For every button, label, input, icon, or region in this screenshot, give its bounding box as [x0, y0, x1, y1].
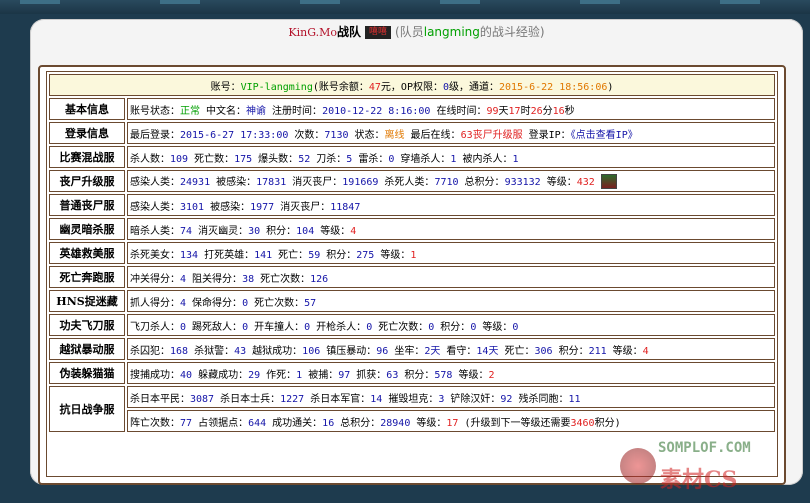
table-row: 普通丧尸服 感染人类：3101 被感染：1977 消灭丧尸：11847 — [49, 194, 775, 216]
row-value-basic: 账号状态：正常 中文名：神谕 注册时间：2010-12-22 8:16:00 在… — [127, 98, 775, 120]
row-label-ghost: 幽灵暗杀服 — [49, 218, 125, 240]
nav-tab[interactable] — [20, 0, 60, 4]
member-name: langming — [423, 25, 480, 39]
table-row: 抗日战争服 杀日本平民：3087 杀日本士兵：1227 杀日本军官：14 摧毁坦… — [49, 386, 775, 432]
table-row: 幽灵暗杀服 暗杀人类：74 消灭幽灵：30 积分：104 等级：4 — [49, 218, 775, 240]
watermark-logo: SOMPLOF.COM 素材CS — [618, 436, 803, 496]
row-value-ghost: 暗杀人类：74 消灭幽灵：30 积分：104 等级：4 — [127, 218, 775, 240]
table-row: 丧尸升级服 感染人类：24931 被感染：17831 消灭丧尸：191669 杀… — [49, 170, 775, 192]
row-label-hns: HNS捉迷藏 — [49, 290, 125, 312]
stats-table-container: 账号：VIP-langming(账号余额：47元，OP权限：0级，通道：2015… — [46, 71, 778, 477]
row-label-run: 死亡奔跑服 — [49, 266, 125, 288]
account-cell: 账号：VIP-langming(账号余额：47元，OP权限：0级，通道：2015… — [49, 74, 775, 96]
member-caption: (队员langming的战斗经验) — [395, 25, 545, 39]
table-row: 越狱暴动服 杀囚犯：168 杀狱警：43 越狱成功：106 镇压暴动：96 坐牢… — [49, 338, 775, 360]
row-label-match: 比赛混战服 — [49, 146, 125, 168]
account-balance: 47 — [368, 81, 381, 93]
row-label-war: 抗日战争服 — [49, 386, 125, 432]
row-label-zombie: 丧尸升级服 — [49, 170, 125, 192]
row-value-hero: 杀死美女：134 打死英雄：141 死亡：59 积分：275 等级：1 — [127, 242, 775, 264]
row-value-war-1: 杀日本平民：3087 杀日本士兵：1227 杀日本军官：14 摧毁坦克：3 铲除… — [127, 386, 775, 408]
channel-time: 2015-6-22 18:56:06 — [499, 81, 608, 93]
table-row: HNS捉迷藏 抓人得分：4 保命得分：0 死亡次数：57 — [49, 290, 775, 312]
nav-tab[interactable] — [580, 0, 620, 4]
nav-tab[interactable] — [160, 0, 200, 4]
row-label-kungfu: 功夫飞刀服 — [49, 314, 125, 336]
nav-tab[interactable] — [300, 0, 340, 4]
row-label-disguise: 伪装躲猫猫 — [49, 362, 125, 384]
stats-table: 账号：VIP-langming(账号余额：47元，OP权限：0级，通道：2015… — [47, 72, 777, 434]
row-label-hero: 英雄救美服 — [49, 242, 125, 264]
team-tag: KinG.Mo — [288, 26, 338, 39]
row-value-normal: 感染人类：3101 被感染：1977 消灭丧尸：11847 — [127, 194, 775, 216]
row-value-run: 冲关得分：4 阻关得分：38 死亡次数：126 — [127, 266, 775, 288]
row-value-zombie: 感染人类：24931 被感染：17831 消灭丧尸：191669 杀死人类：77… — [127, 170, 775, 192]
rank-flag-icon — [600, 174, 617, 190]
vip-name: VIP-langming — [240, 81, 313, 93]
row-value-match: 杀人数：109 死亡数：175 爆头数：52 刀杀：5 雷杀：0 穿墙杀人：1 … — [127, 146, 775, 168]
watermark-brand: 素材CS — [660, 467, 738, 493]
table-row: 阵亡次数：77 占领据点：644 成功通关：16 总积分：28940 等级：17… — [49, 410, 775, 432]
row-value-jail: 杀囚犯：168 杀狱警：43 越狱成功：106 镇压暴动：96 坐牢：2天 看守… — [127, 338, 775, 360]
top-nav-bar — [0, 0, 810, 14]
nav-tab[interactable] — [720, 0, 760, 4]
watermark-text: SOMPLOF.COM — [658, 440, 751, 456]
table-row: 登录信息 最后登录：2015-6-27 17:33:00 次数：7130 状态：… — [49, 122, 775, 144]
table-row: 伪装躲猫猫 搜捕成功：40 躲藏成功：29 作死：1 被捕：97 抓获：63 积… — [49, 362, 775, 384]
table-row: 比赛混战服 杀人数：109 死亡数：175 爆头数：52 刀杀：5 雷杀：0 穿… — [49, 146, 775, 168]
page-title: KinG.Mo战队 嘻嘻 (队员langming的战斗经验) — [30, 19, 803, 45]
row-value-kungfu: 飞刀杀人：0 踢死敌人：0 开车撞人：0 开枪杀人：0 死亡次数：0 积分：0 … — [127, 314, 775, 336]
row-label-login: 登录信息 — [49, 122, 125, 144]
view-ip-link[interactable]: 《点击查看IP》 — [571, 130, 638, 141]
team-badge: 嘻嘻 — [365, 26, 392, 39]
watermark-emblem-icon — [620, 448, 656, 484]
row-value-hns: 抓人得分：4 保命得分：0 死亡次数：57 — [127, 290, 775, 312]
table-row: 基本信息 账号状态：正常 中文名：神谕 注册时间：2010-12-22 8:16… — [49, 98, 775, 120]
row-label-jail: 越狱暴动服 — [49, 338, 125, 360]
account-row: 账号：VIP-langming(账号余额：47元，OP权限：0级，通道：2015… — [49, 74, 775, 96]
table-row: 功夫飞刀服 飞刀杀人：0 踢死敌人：0 开车撞人：0 开枪杀人：0 死亡次数：0… — [49, 314, 775, 336]
team-word: 战队 — [337, 25, 362, 39]
nav-tab[interactable] — [440, 0, 480, 4]
row-value-login: 最后登录：2015-6-27 17:33:00 次数：7130 状态：离线 最后… — [127, 122, 775, 144]
row-label-normal: 普通丧尸服 — [49, 194, 125, 216]
table-row: 死亡奔跑服 冲关得分：4 阻关得分：38 死亡次数：126 — [49, 266, 775, 288]
table-row: 英雄救美服 杀死美女：134 打死英雄：141 死亡：59 积分：275 等级：… — [49, 242, 775, 264]
row-value-war-2: 阵亡次数：77 占领据点：644 成功通关：16 总积分：28940 等级：17… — [127, 410, 775, 432]
row-value-disguise: 搜捕成功：40 躲藏成功：29 作死：1 被捕：97 抓获：63 积分：578 … — [127, 362, 775, 384]
row-label-basic: 基本信息 — [49, 98, 125, 120]
